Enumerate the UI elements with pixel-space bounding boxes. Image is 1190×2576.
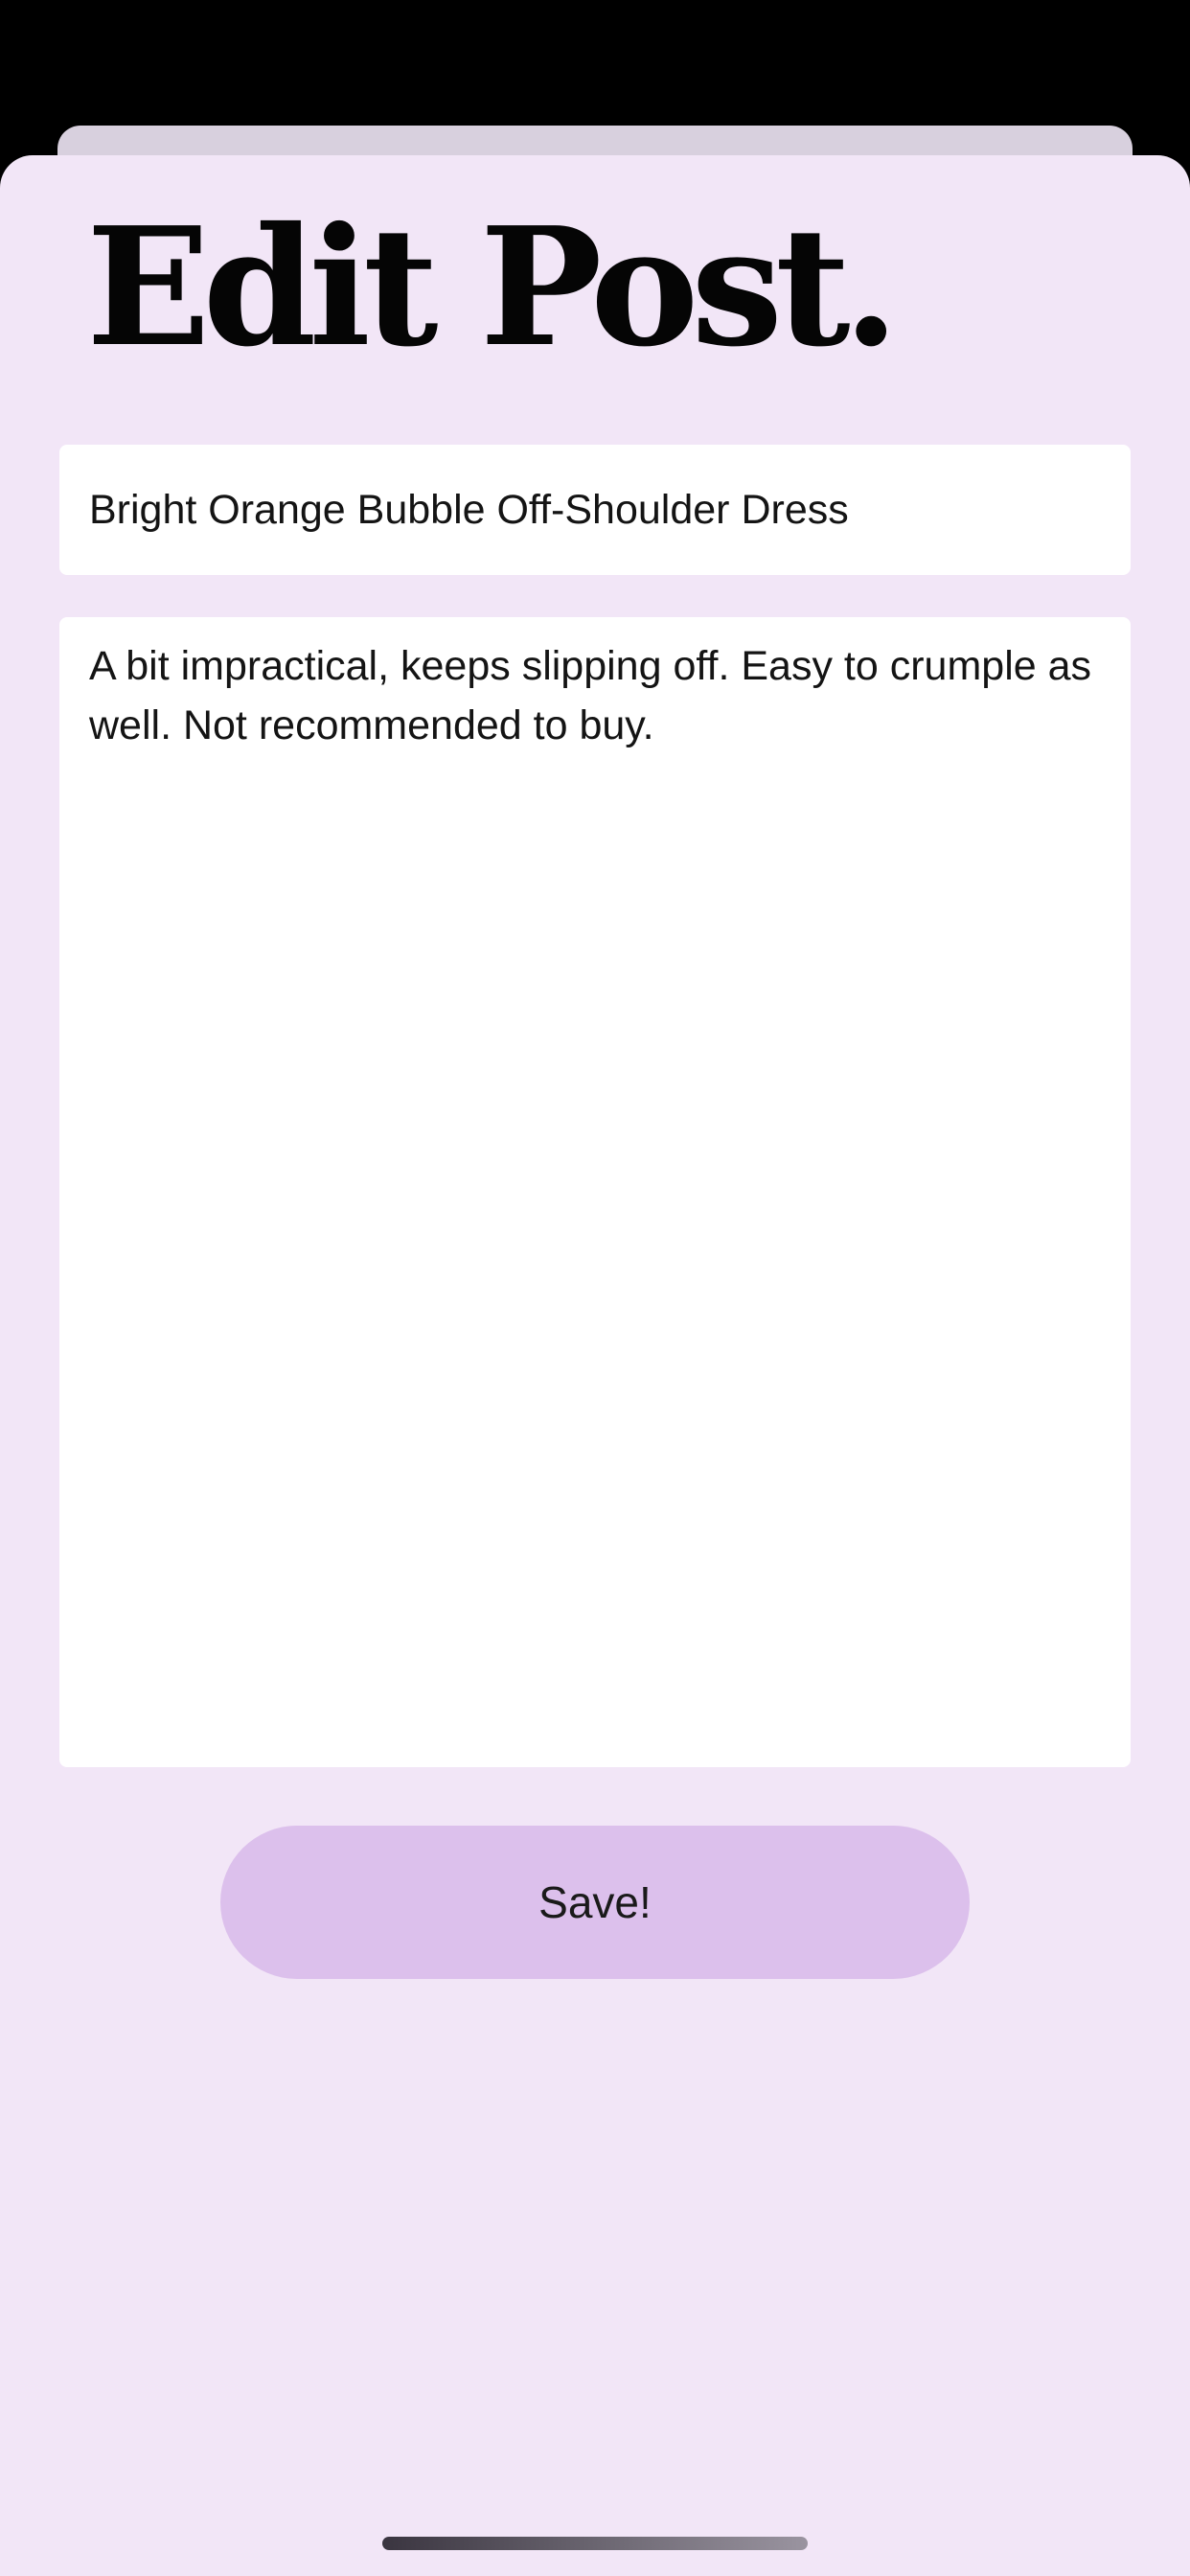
post-title-input[interactable] [59,445,1131,575]
page-title: Edit Post. [86,192,900,383]
post-body-textarea[interactable]: A bit impractical, keeps slipping off. E… [59,617,1131,1767]
save-button[interactable]: Save! [220,1826,970,1979]
home-indicator [382,2537,808,2550]
